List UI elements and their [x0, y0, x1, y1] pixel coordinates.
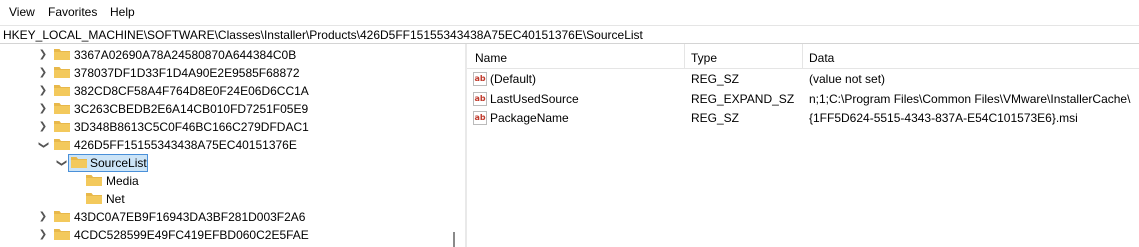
- tree-item[interactable]: ❯ 382CD8CF58A4F764D8E0F24E06D6CC1A: [0, 82, 461, 100]
- value-data: n;1;C:\Program Files\Common Files\VMware…: [809, 92, 1131, 106]
- column-divider[interactable]: [684, 44, 685, 69]
- tree-item[interactable]: ❯ 3C263CBEDB2E6A14CB010FD7251F05E9: [0, 100, 461, 118]
- tree-item-selected[interactable]: ❯ SourceList: [0, 154, 461, 172]
- tree-scrollbar-thumb[interactable]: [453, 232, 455, 247]
- tree-item-label: 378037DF1D33F1D4A90E2E9585F68872: [74, 66, 300, 80]
- chevron-right-icon[interactable]: ❯: [38, 85, 48, 97]
- tree-scrollbar[interactable]: [449, 44, 461, 247]
- tree-item-label: 43DC0A7EB9F16943DA3BF281D003F2A6: [74, 210, 306, 224]
- folder-icon: [54, 103, 70, 114]
- value-type: REG_EXPAND_SZ: [691, 92, 795, 106]
- folder-icon: [54, 85, 70, 96]
- tree-item-label: 382CD8CF58A4F764D8E0F24E06D6CC1A: [74, 84, 309, 98]
- address-bar[interactable]: HKEY_LOCAL_MACHINE\SOFTWARE\Classes\Inst…: [0, 25, 1139, 44]
- values-list[interactable]: Name Type Data ab (Default) REG_SZ (valu…: [467, 44, 1139, 247]
- string-value-icon: ab: [473, 111, 487, 125]
- menu-bar: View Favorites Help: [0, 0, 1139, 25]
- tree-item[interactable]: Net: [0, 190, 461, 208]
- address-path[interactable]: HKEY_LOCAL_MACHINE\SOFTWARE\Classes\Inst…: [3, 28, 643, 42]
- tree-item-label: 3367A02690A78A24580870A644384C0B: [74, 48, 297, 62]
- chevron-right-icon[interactable]: ❯: [38, 49, 48, 61]
- tree-item[interactable]: ❯ 3D348B8613C5C0F46BC166C279DFDAC1: [0, 118, 461, 136]
- column-header-data[interactable]: Data: [809, 51, 834, 65]
- column-header-name[interactable]: Name: [475, 51, 507, 65]
- registry-tree[interactable]: ❯ 3367A02690A78A24580870A644384C0B ❯ 378…: [0, 44, 461, 247]
- tree-item[interactable]: ❯ 43DC0A7EB9F16943DA3BF281D003F2A6: [0, 208, 461, 226]
- menu-help[interactable]: Help: [110, 5, 135, 19]
- chevron-right-icon[interactable]: ❯: [38, 121, 48, 133]
- menu-view[interactable]: View: [9, 5, 35, 19]
- tree-item-label: Media: [106, 174, 139, 188]
- value-row[interactable]: ab PackageName REG_SZ {1FF5D624-5515-434…: [467, 108, 1139, 128]
- folder-open-icon: [71, 157, 87, 168]
- string-value-icon: ab: [473, 92, 487, 106]
- value-name: LastUsedSource: [490, 92, 579, 106]
- value-name: PackageName: [490, 111, 569, 125]
- value-data: (value not set): [809, 72, 886, 86]
- tree-item-label: 426D5FF15155343438A75EC40151376E: [74, 138, 297, 152]
- tree-item[interactable]: Media: [0, 172, 461, 190]
- value-type: REG_SZ: [691, 111, 740, 125]
- folder-icon: [54, 121, 70, 132]
- value-data: {1FF5D624-5515-4343-837A-E54C101573E6}.m…: [809, 111, 1078, 125]
- folder-icon: [86, 193, 102, 204]
- string-value-icon: ab: [473, 72, 487, 86]
- value-type: REG_SZ: [691, 72, 740, 86]
- column-header-type[interactable]: Type: [691, 51, 717, 65]
- column-divider[interactable]: [802, 44, 803, 69]
- tree-item[interactable]: ❯ 3367A02690A78A24580870A644384C0B: [0, 46, 461, 64]
- tree-item-label: 3D348B8613C5C0F46BC166C279DFDAC1: [74, 120, 309, 134]
- tree-item-expanded[interactable]: ❯ 426D5FF15155343438A75EC40151376E: [0, 136, 461, 154]
- tree-item-label: Net: [106, 192, 125, 206]
- folder-icon: [54, 67, 70, 78]
- chevron-right-icon[interactable]: ❯: [38, 211, 48, 223]
- value-row[interactable]: ab (Default) REG_SZ (value not set): [467, 69, 1139, 89]
- menu-favorites[interactable]: Favorites: [48, 5, 97, 19]
- chevron-right-icon[interactable]: ❯: [38, 103, 48, 115]
- folder-icon: [54, 49, 70, 60]
- chevron-right-icon[interactable]: ❯: [38, 229, 48, 241]
- folder-open-icon: [54, 139, 70, 150]
- tree-item-label: 3C263CBEDB2E6A14CB010FD7251F05E9: [74, 102, 309, 116]
- chevron-down-icon[interactable]: ❯: [55, 158, 67, 168]
- values-header: Name Type Data: [467, 44, 1139, 69]
- value-row[interactable]: ab LastUsedSource REG_EXPAND_SZ n;1;C:\P…: [467, 89, 1139, 109]
- chevron-right-icon[interactable]: ❯: [38, 67, 48, 79]
- folder-icon: [54, 211, 70, 222]
- value-name: (Default): [490, 72, 537, 86]
- folder-icon: [86, 175, 102, 186]
- tree-item[interactable]: ❯ 378037DF1D33F1D4A90E2E9585F68872: [0, 64, 461, 82]
- tree-item[interactable]: ❯ 4CDC528599E49FC419EFBD060C2E5FAE: [0, 226, 461, 244]
- chevron-down-icon[interactable]: ❯: [37, 140, 49, 150]
- folder-icon: [54, 229, 70, 240]
- tree-item-label: 4CDC528599E49FC419EFBD060C2E5FAE: [74, 228, 309, 242]
- tree-item-label: SourceList: [90, 156, 147, 170]
